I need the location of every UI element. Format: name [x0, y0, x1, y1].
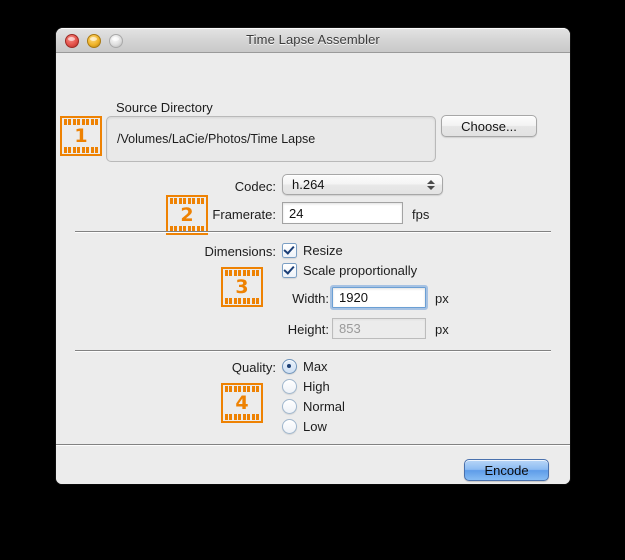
- step-badge-3-number: 3: [235, 276, 249, 298]
- checkbox-checked-icon: [282, 263, 297, 278]
- width-unit: px: [435, 291, 449, 306]
- resize-label: Resize: [303, 243, 343, 258]
- height-value: 853: [339, 321, 361, 336]
- width-input[interactable]: 1920: [330, 285, 428, 310]
- radio-selected-icon: [282, 359, 297, 374]
- resize-checkbox[interactable]: Resize: [282, 243, 343, 258]
- stepper-arrows-icon: [427, 179, 435, 190]
- film-holes-bottom: [224, 298, 260, 304]
- encode-button-label: Encode: [484, 462, 529, 478]
- film-holes-bottom: [63, 147, 99, 153]
- dimensions-label: Dimensions:: [204, 244, 276, 259]
- codec-select[interactable]: h.264: [282, 174, 443, 195]
- film-holes-top: [224, 386, 260, 392]
- codec-label: Codec:: [234, 179, 276, 194]
- choose-button-label: Choose...: [461, 118, 517, 134]
- framerate-label: Framerate:: [212, 207, 276, 222]
- width-label: Width:: [292, 291, 329, 306]
- quality-option-label: High: [303, 379, 330, 394]
- step-badge-1: 1: [60, 116, 102, 156]
- window-title: Time Lapse Assembler: [246, 32, 380, 47]
- radio-unselected-icon: [282, 419, 297, 434]
- quality-option-label: Low: [303, 419, 327, 434]
- step-badge-1-number: 1: [74, 125, 88, 147]
- height-unit: px: [435, 322, 449, 337]
- film-holes-top: [63, 119, 99, 125]
- radio-unselected-icon: [282, 379, 297, 394]
- step-badge-2-number: 2: [180, 204, 194, 226]
- checkbox-checked-icon: [282, 243, 297, 258]
- step-badge-4: 4: [221, 383, 263, 423]
- quality-option-low[interactable]: Low: [282, 419, 327, 434]
- step-badge-3: 3: [221, 267, 263, 307]
- screen: Time Lapse Assembler Source Directory 1 …: [0, 0, 625, 560]
- source-directory-label: Source Directory: [116, 100, 213, 115]
- film-holes-bottom: [224, 414, 260, 420]
- section-separator-1: [75, 231, 551, 232]
- scale-proportionally-label: Scale proportionally: [303, 263, 418, 278]
- quality-option-normal[interactable]: Normal: [282, 399, 345, 414]
- film-holes-top: [224, 270, 260, 276]
- framerate-value: 24: [289, 205, 304, 221]
- height-label: Height:: [287, 322, 329, 337]
- window-titlebar[interactable]: Time Lapse Assembler: [56, 28, 570, 53]
- scale-proportionally-checkbox[interactable]: Scale proportionally: [282, 263, 417, 278]
- encode-button[interactable]: Encode: [464, 459, 549, 481]
- app-window: Time Lapse Assembler Source Directory 1 …: [56, 28, 570, 484]
- codec-value: h.264: [292, 177, 325, 192]
- section-separator-2: [75, 350, 551, 351]
- height-input[interactable]: 853: [332, 318, 426, 339]
- quality-option-max[interactable]: Max: [282, 359, 328, 374]
- quality-label: Quality:: [231, 360, 276, 375]
- quality-option-high[interactable]: High: [282, 379, 330, 394]
- choose-directory-button[interactable]: Choose...: [441, 115, 537, 137]
- framerate-unit: fps: [412, 207, 430, 222]
- step-badge-4-number: 4: [235, 392, 249, 414]
- film-holes-top: [169, 198, 205, 204]
- framerate-input[interactable]: 24: [282, 202, 403, 224]
- quality-option-label: Max: [303, 359, 328, 374]
- source-path-display[interactable]: /Volumes/LaCie/Photos/Time Lapse: [106, 116, 436, 162]
- window-body: Source Directory 1 /Volumes/LaCie/Photos…: [56, 53, 570, 484]
- source-path-value: /Volumes/LaCie/Photos/Time Lapse: [117, 132, 316, 146]
- width-value: 1920: [339, 290, 368, 305]
- quality-option-label: Normal: [303, 399, 345, 414]
- footer-separator: [56, 444, 570, 445]
- radio-unselected-icon: [282, 399, 297, 414]
